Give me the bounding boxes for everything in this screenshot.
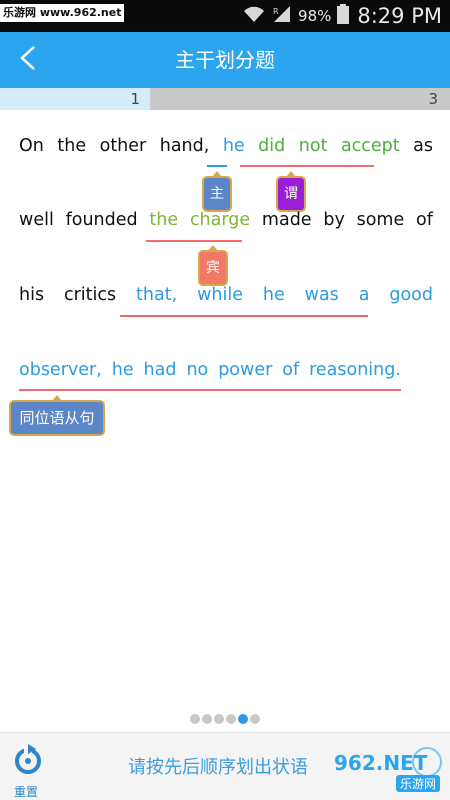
clause-underline-2 — [19, 389, 401, 391]
object-tag[interactable]: 宾 — [198, 245, 228, 286]
status-icons: R 98% 8:29 PM — [242, 0, 442, 32]
status-bar: 乐游网 www.962.net R 98% 8:29 PM — [0, 0, 450, 32]
word-subject[interactable]: he — [223, 136, 245, 166]
word[interactable]: On — [19, 136, 44, 166]
sentence-line-2: well founded the charge made by some of — [19, 210, 433, 240]
word[interactable]: of — [416, 210, 433, 240]
reset-icon — [14, 743, 42, 779]
watermark-logo: 962.NET 乐游网 — [334, 751, 442, 793]
word-clause[interactable]: good — [389, 285, 433, 315]
word-verb[interactable]: accept — [341, 136, 400, 166]
watermark-sub: 乐游网 — [396, 775, 441, 792]
word-object[interactable]: the — [149, 210, 178, 240]
page-dot[interactable] — [202, 714, 212, 724]
word[interactable]: hand, — [160, 136, 210, 166]
title-bar: 主干划分题 — [0, 32, 450, 88]
clause-underline-1 — [120, 315, 368, 317]
word-clause[interactable]: a — [359, 285, 370, 315]
page-dot[interactable] — [250, 714, 260, 724]
word-clause[interactable]: that, — [136, 285, 177, 315]
instruction-text: 请按先后顺序划出状语 — [128, 757, 308, 778]
svg-text:R: R — [273, 7, 279, 16]
word[interactable]: as — [413, 136, 433, 166]
word-clause[interactable]: was — [305, 285, 339, 315]
page-dot[interactable] — [190, 714, 200, 724]
subject-underline — [207, 165, 227, 167]
word-clause[interactable]: had — [144, 360, 177, 390]
word-clause[interactable]: no — [186, 360, 208, 390]
sentence-line-4: observer, he had no power of reasoning. — [19, 360, 401, 390]
wifi-icon — [242, 5, 266, 27]
bottom-bar: 重置 请按先后顺序划出状语 962.NET 乐游网 — [0, 732, 450, 800]
question-progress: 1 3 — [0, 88, 450, 110]
progress-total: 3 — [428, 90, 438, 108]
word-verb[interactable]: did — [258, 136, 285, 166]
word[interactable]: critics — [64, 285, 116, 315]
word-clause[interactable]: reasoning. — [309, 360, 401, 390]
reset-button[interactable]: 重置 — [6, 741, 50, 799]
word-clause[interactable]: power — [218, 360, 272, 390]
word-clause[interactable]: he — [263, 285, 285, 315]
word[interactable]: made — [262, 210, 312, 240]
status-time: 8:29 PM — [357, 4, 442, 28]
word[interactable]: the — [57, 136, 86, 166]
word-clause[interactable]: observer, — [19, 360, 102, 390]
chevron-left-icon — [18, 45, 38, 75]
page-dot[interactable] — [226, 714, 236, 724]
object-underline — [146, 240, 242, 242]
verb-tag[interactable]: 谓 — [276, 171, 306, 212]
sentence-line-3: his critics that, while he was a good — [19, 285, 433, 315]
appositive-clause-tag[interactable]: 同位语从句 — [9, 395, 105, 436]
sentence-line-1: On the other hand, he did not accept as — [19, 136, 433, 166]
watermark-main: 962.NET — [334, 751, 428, 775]
word[interactable]: by — [323, 210, 344, 240]
battery-percent: 98% — [298, 7, 332, 25]
reset-label: 重置 — [14, 785, 39, 799]
word[interactable]: some — [357, 210, 405, 240]
watermark-top: 乐游网 www.962.net — [0, 4, 125, 22]
back-button[interactable] — [8, 40, 48, 80]
page-dot-active[interactable] — [238, 714, 248, 724]
word[interactable]: his — [19, 285, 44, 315]
word-clause[interactable]: of — [282, 360, 299, 390]
word-object[interactable]: charge — [190, 210, 250, 240]
page-indicator — [190, 714, 260, 724]
word[interactable]: well — [19, 210, 54, 240]
signal-icon: R — [272, 5, 292, 27]
word[interactable]: other — [100, 136, 147, 166]
word-clause[interactable]: while — [197, 285, 243, 315]
progress-current: 1 — [130, 90, 140, 108]
word-clause[interactable]: he — [112, 360, 134, 390]
word[interactable]: founded — [66, 210, 138, 240]
word-verb[interactable]: not — [299, 136, 328, 166]
verb-underline — [240, 165, 374, 167]
battery-icon — [337, 4, 350, 28]
page-dot[interactable] — [214, 714, 224, 724]
subject-tag[interactable]: 主 — [202, 171, 232, 212]
page-title: 主干划分题 — [175, 48, 275, 72]
